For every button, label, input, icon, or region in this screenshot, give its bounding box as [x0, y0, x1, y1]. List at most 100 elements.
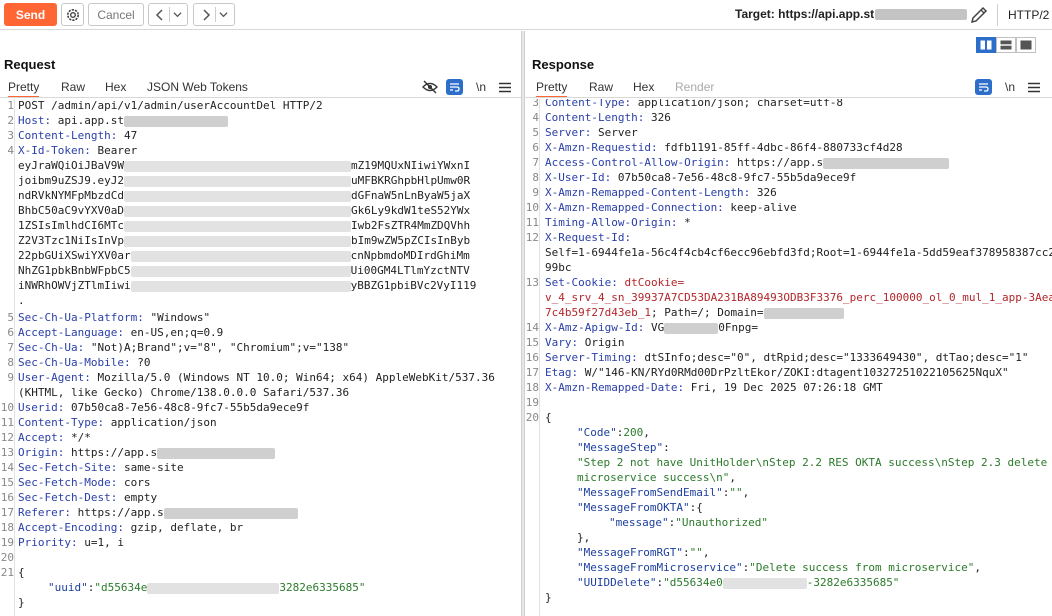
layout-switcher [976, 37, 1036, 53]
line-number: 12 [0, 431, 14, 444]
json-message-step-value: "Step 2 not have UnitHolder\nStep 2.2 RE… [577, 456, 1048, 469]
eye-off-icon [422, 80, 438, 94]
target-url: Target: https://api.app.st [735, 7, 968, 21]
header-sec-ch-ua-mobile: Sec-Ch-Ua-Mobile: ?0 [18, 356, 151, 369]
request-editor[interactable]: 1 2 3 4 5 6 7 8 9 10 11 12 13 14 15 16 1… [0, 99, 521, 616]
redacted-value [722, 577, 807, 589]
layout-horizontal-button[interactable] [996, 37, 1016, 53]
line-number: 19 [0, 536, 14, 549]
header-sec-fetch-dest: Sec-Fetch-Dest: empty [18, 491, 158, 504]
layout-single-icon [1020, 40, 1032, 50]
forward-history-button[interactable] [193, 3, 235, 26]
line-number: 1 [7, 99, 14, 112]
header-user-agent: User-Agent: Mozilla/5.0 (Windows NT 10.0… [18, 371, 495, 384]
chevron-down-icon [173, 12, 182, 18]
redacted-value [823, 157, 950, 169]
layout-single-button[interactable] [1016, 37, 1036, 53]
header-set-cookie: Set-Cookie: dtCookie= [545, 276, 685, 289]
line-number: 7 [7, 341, 14, 354]
header-server-timing: Server-Timing: dtSInfo;desc="0", dtRpid;… [545, 351, 1029, 364]
tab-pretty[interactable]: Pretty [8, 80, 40, 98]
header-content-type: Content-Type: application/json; charset=… [545, 99, 844, 109]
line-number: 8 [532, 171, 539, 184]
line-gutter [14, 99, 15, 616]
header-userid: Userid: 07b50ca8-7e56-48c8-9fc7-55b5da9e… [18, 401, 310, 414]
redacted-value [147, 582, 280, 594]
json-close-brace: } [545, 591, 552, 604]
edit-target-button[interactable] [968, 4, 990, 26]
header-server: Server: Server [545, 126, 638, 139]
tab-json-web-tokens[interactable]: JSON Web Tokens [147, 80, 248, 94]
request-menu-button[interactable] [498, 79, 512, 95]
line-number: 4 [532, 111, 539, 124]
gear-icon [66, 8, 79, 21]
tab-hex[interactable]: Hex [105, 80, 126, 94]
line-number: 6 [7, 326, 14, 339]
line-number: 3 [532, 99, 539, 109]
token-line: ndRVkNYMFpMbzdCd dGFnaW5nLnByaW5jaX [18, 189, 471, 202]
line-number: 19 [525, 396, 539, 409]
chevron-right-icon [203, 8, 211, 21]
line-number: 10 [0, 401, 14, 414]
json-message-from-send-email: "MessageFromSendEmail":"", [577, 486, 750, 499]
header-host: Host: api.app.st [18, 114, 228, 127]
request-tabs: Pretty Raw Hex JSON Web Tokens [0, 78, 521, 98]
wrap-lines-button[interactable] [975, 79, 992, 95]
header-x-id-token: X-Id-Token: Bearer [18, 144, 138, 157]
tab-pretty[interactable]: Pretty [536, 80, 568, 98]
json-message-step: "MessageStep": [577, 441, 670, 454]
back-history-button[interactable] [148, 3, 188, 26]
response-menu-button[interactable] [1027, 79, 1041, 95]
header-x-amzn-remapped-date: X-Amzn-Remapped-Date: Fri, 19 Dec 2025 0… [545, 381, 883, 394]
line-number: 13 [525, 276, 539, 289]
http-version[interactable]: HTTP/2 [1008, 8, 1049, 22]
hide-nonprintable-button[interactable] [421, 79, 439, 95]
line-number: 13 [0, 446, 14, 459]
cookie-value: v_4_srv_4_sn_39937A7CD53DA231BA89493ODB3… [545, 291, 1052, 304]
chevron-left-icon [155, 8, 163, 21]
chevron-down-icon [219, 12, 228, 18]
header-user-agent-cont: (KHTML, like Gecko) Chrome/138.0.0.0 Saf… [18, 386, 350, 399]
redacted-value [123, 115, 228, 127]
line-number: 11 [0, 416, 14, 429]
tab-raw[interactable]: Raw [589, 80, 613, 94]
line-number: 11 [525, 216, 539, 229]
wrap-lines-button[interactable] [446, 79, 463, 95]
token-line: BhbC50aC9vYXV0aD Gk6Ly9kdW1teS52YWx [18, 204, 471, 217]
json-uuid: "uuid":"d55634e 3282e6335685" [48, 581, 366, 594]
newline-toggle[interactable]: \n [1003, 79, 1017, 95]
header-x-request-id: X-Request-Id: [545, 231, 632, 244]
settings-button[interactable] [61, 3, 84, 26]
line-number: 8 [7, 356, 14, 369]
send-button[interactable]: Send [4, 3, 57, 26]
tab-hex[interactable]: Hex [633, 80, 654, 94]
layout-split-icon [980, 40, 992, 50]
pencil-icon [970, 6, 988, 24]
token-line: eyJraWQiOiJBaV9W mZ19MQUxNIiwiYWxnI [18, 159, 471, 172]
response-viewer[interactable]: 3 4 5 6 7 8 9 10 11 12 13 14 15 16 17 18… [525, 99, 1052, 616]
response-tabs: Pretty Raw Hex Render [525, 78, 1052, 98]
header-x-request-id-value: Self=1-6944fe1a-56c4f4cb4cf6ecc96ebfd3fd… [545, 246, 1052, 259]
line-gutter [539, 99, 540, 616]
toolbar: Send Cancel Target: https://api.app.st H… [0, 0, 1052, 30]
header-x-amz-apigw-id: X-Amz-Apigw-Id: VG 0Fnpg= [545, 321, 758, 334]
header-accept-encoding: Accept-Encoding: gzip, deflate, br [18, 521, 244, 534]
header-content-type: Content-Type: application/json [18, 416, 217, 429]
line-number: 5 [532, 126, 539, 139]
layout-split-button[interactable] [976, 37, 996, 53]
json-open-brace: { [545, 411, 552, 424]
response-title: Response [532, 57, 595, 72]
line-number: 16 [0, 491, 14, 504]
header-x-user-id: X-User-Id: 07b50ca8-7e56-48c8-9fc7-55b5d… [545, 171, 857, 184]
line-number: 10 [525, 201, 539, 214]
header-x-amzn-remapped-connection: X-Amzn-Remapped-Connection: keep-alive [545, 201, 797, 214]
json-message-from-rgt: "MessageFromRGT":"", [577, 546, 710, 559]
header-access-control-allow-origin: Access-Control-Allow-Origin: https://app… [545, 156, 950, 169]
tab-render[interactable]: Render [675, 80, 714, 94]
cancel-button[interactable]: Cancel [88, 3, 144, 26]
tab-raw[interactable]: Raw [61, 80, 85, 94]
request-line: POST /admin/api/v1/admin/userAccountDel … [18, 99, 323, 112]
header-accept: Accept: */* [18, 431, 91, 444]
newline-toggle[interactable]: \n [474, 79, 488, 95]
token-line: iNWRhOWVjZTlmIiwi yBBZG1pbiBVc2VyI119 [18, 279, 477, 292]
